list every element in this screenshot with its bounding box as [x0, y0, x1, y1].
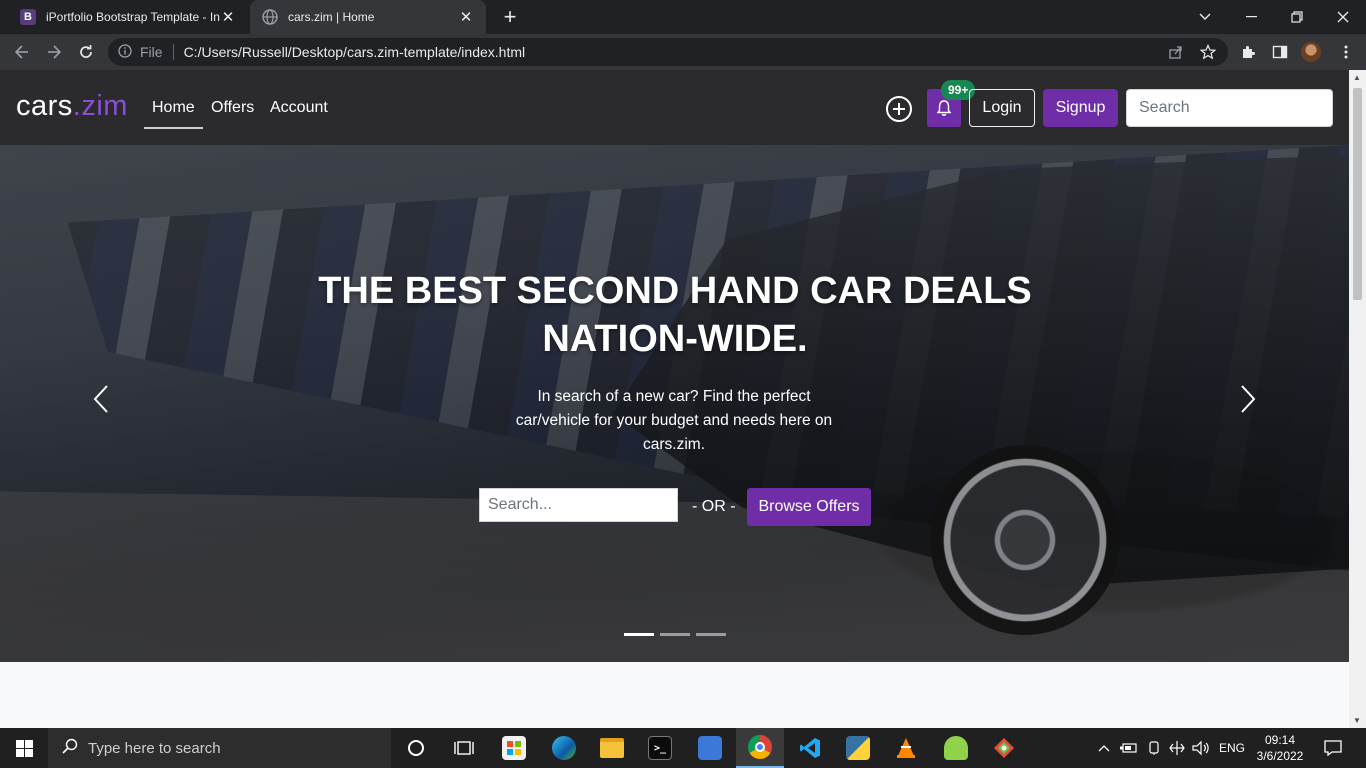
windows-taskbar: Type here to search >_ ENG 09:14 3/6/202… [0, 728, 1366, 768]
tab-title: cars.zim | Home [288, 10, 375, 24]
new-tab-button[interactable]: + [498, 4, 522, 29]
nav-offers[interactable]: Offers [211, 99, 254, 117]
hero-title: THE BEST SECOND HAND CAR DEALS NATION-WI… [318, 270, 1032, 360]
close-tab-icon[interactable]: ✕ [458, 9, 474, 26]
restore-button[interactable] [1274, 0, 1320, 34]
browser-tab-strip: B iPortfolio Bootstrap Template - In ✕ c… [0, 0, 1366, 34]
bootstrap-icon: B [20, 9, 36, 25]
carousel-indicator-1[interactable] [624, 633, 654, 636]
page-scrollbar[interactable]: ▲ ▼ [1349, 70, 1366, 728]
scrollbar-thumb[interactable] [1353, 88, 1362, 300]
file-explorer-icon[interactable] [588, 728, 636, 768]
taskbar-search-placeholder: Type here to search [88, 739, 221, 757]
share-icon[interactable] [1164, 40, 1188, 64]
bookmark-star-icon[interactable] [1196, 40, 1220, 64]
tab-title: iPortfolio Bootstrap Template - In [46, 10, 220, 24]
carousel-prev-button[interactable] [86, 379, 116, 419]
nav-home[interactable]: Home [144, 99, 203, 129]
task-view-icon[interactable] [440, 728, 488, 768]
start-button[interactable] [0, 728, 48, 768]
chevron-right-icon [1241, 385, 1256, 413]
side-panel-icon[interactable] [1268, 40, 1292, 64]
globe-icon [262, 9, 278, 25]
microsoft-store-icon[interactable] [490, 728, 538, 768]
nav-account[interactable]: Account [270, 99, 328, 117]
vscode-icon[interactable] [786, 728, 834, 768]
taskbar-search[interactable]: Type here to search [48, 728, 391, 768]
notepad-plus-plus-icon[interactable] [932, 728, 980, 768]
battery-icon[interactable] [1120, 728, 1138, 768]
clock-date: 3/6/2022 [1256, 749, 1304, 763]
profile-avatar[interactable] [1301, 42, 1321, 62]
bell-icon [936, 100, 952, 116]
scroll-up-icon[interactable]: ▲ [1353, 73, 1361, 82]
sync-icon[interactable] [1146, 728, 1162, 768]
tab-iportfolio[interactable]: B iPortfolio Bootstrap Template - In ✕ [8, 0, 248, 34]
close-window-button[interactable] [1320, 0, 1366, 34]
address-url: C:/Users/Russell/Desktop/cars.zim-templa… [183, 44, 526, 60]
back-icon[interactable] [10, 40, 34, 64]
navbar-search-input[interactable] [1126, 89, 1333, 127]
close-tab-icon[interactable]: ✕ [220, 9, 236, 26]
forward-icon[interactable] [42, 40, 66, 64]
carousel-indicator-2[interactable] [660, 633, 690, 636]
browser-toolbar: File C:/Users/Russell/Desktop/cars.zim-t… [0, 34, 1366, 70]
or-separator: - OR - [692, 498, 736, 515]
signup-button[interactable]: Signup [1043, 89, 1118, 127]
scheme-label: File [140, 44, 163, 60]
search-icon [62, 738, 78, 758]
control-panel-icon[interactable] [686, 728, 734, 768]
site-info-icon[interactable] [118, 43, 132, 61]
git-kraken-icon[interactable] [980, 728, 1028, 768]
reload-icon[interactable] [74, 40, 98, 64]
input-language[interactable]: ENG [1219, 728, 1245, 768]
next-section [0, 662, 1349, 728]
address-separator [172, 44, 174, 60]
carousel-indicator-3[interactable] [696, 633, 726, 636]
hero-subtitle: In search of a new car? Find the perfect… [515, 388, 833, 453]
add-listing-button[interactable] [886, 96, 912, 122]
browse-offers-button[interactable]: Browse Offers [747, 488, 871, 526]
site-navbar: cars.zim Home Offers Account 99+ Login S… [0, 70, 1349, 145]
cortana-icon[interactable] [392, 728, 440, 768]
tab-cars-zim[interactable]: cars.zim | Home ✕ [250, 0, 486, 34]
network-icon[interactable] [1168, 728, 1186, 768]
python-icon[interactable] [834, 728, 882, 768]
browser-menu-icon[interactable] [1334, 40, 1358, 64]
volume-icon[interactable] [1192, 728, 1210, 768]
chevron-left-icon [93, 385, 108, 413]
chrome-icon[interactable] [736, 728, 784, 768]
brand-accent: .zim [72, 90, 128, 122]
login-button[interactable]: Login [969, 89, 1035, 127]
minimize-button[interactable] [1228, 0, 1274, 34]
address-bar[interactable]: File C:/Users/Russell/Desktop/cars.zim-t… [108, 38, 1228, 66]
carousel-next-button[interactable] [1233, 379, 1263, 419]
system-clock[interactable]: 09:14 3/6/2022 [1250, 732, 1310, 764]
terminal-icon[interactable]: >_ [636, 728, 684, 768]
site-logo[interactable]: cars.zim [16, 90, 128, 123]
page-viewport: cars.zim Home Offers Account 99+ Login S… [0, 70, 1366, 728]
hero-search-input[interactable] [479, 488, 678, 522]
hero-carousel: THE BEST SECOND HAND CAR DEALS NATION-WI… [0, 145, 1349, 662]
extensions-puzzle-icon[interactable] [1236, 40, 1260, 64]
clock-time: 09:14 [1264, 733, 1296, 747]
edge-browser-icon[interactable] [540, 728, 588, 768]
show-hidden-icons[interactable] [1098, 728, 1110, 768]
tab-search-chevron-icon[interactable] [1182, 0, 1228, 34]
windows-logo-icon [15, 739, 33, 757]
vlc-icon[interactable] [882, 728, 930, 768]
notification-center-icon[interactable] [1324, 728, 1342, 768]
scroll-down-icon[interactable]: ▼ [1353, 716, 1361, 725]
plus-icon [893, 103, 905, 115]
brand-name: cars [16, 90, 73, 122]
